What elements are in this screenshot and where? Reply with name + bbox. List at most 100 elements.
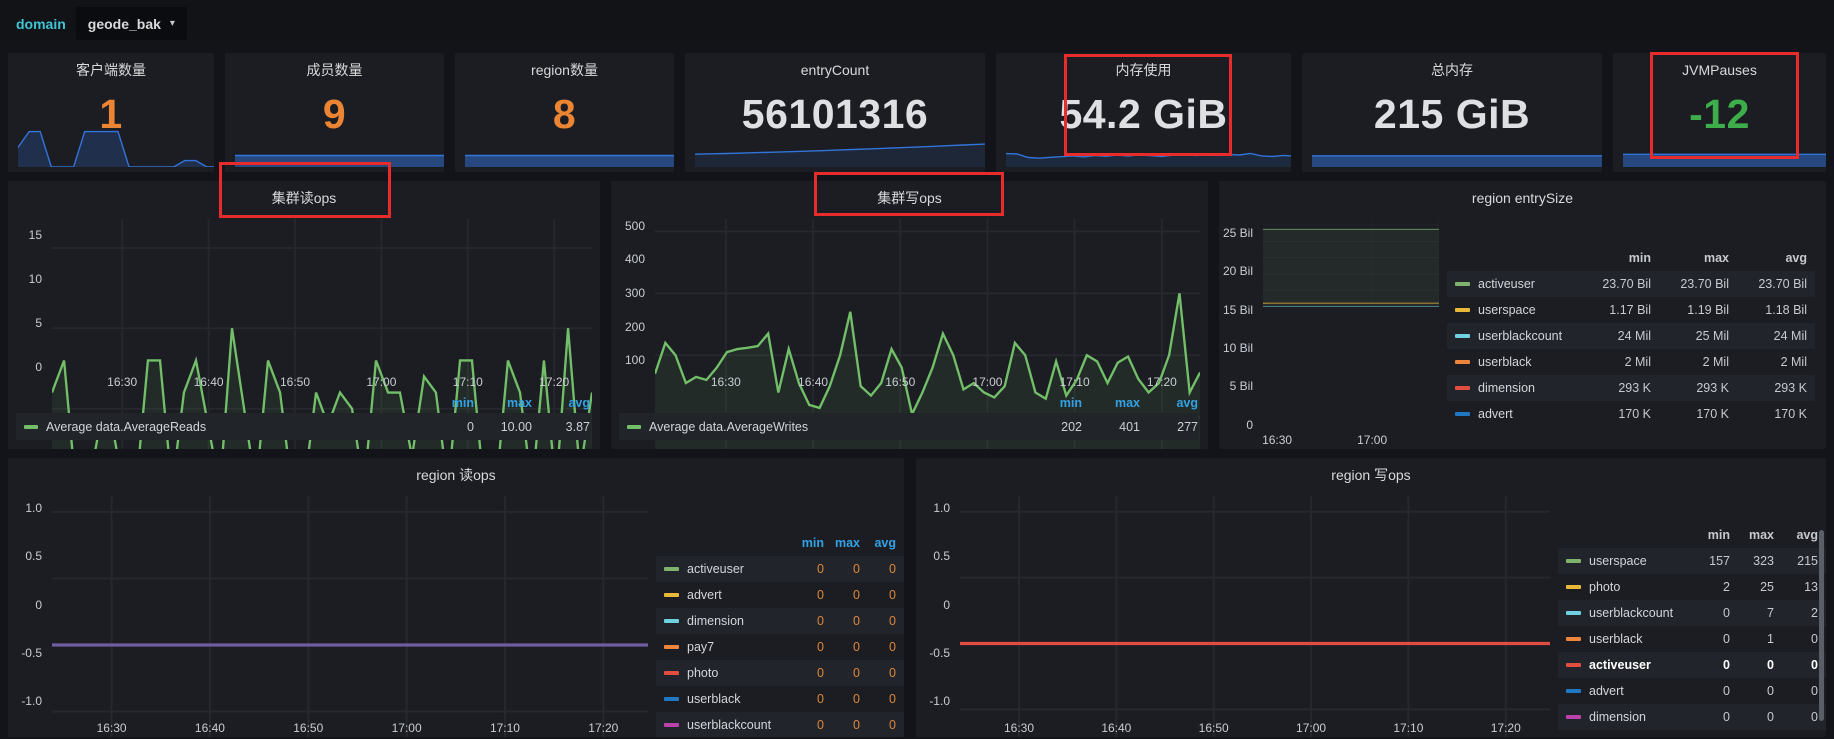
series-swatch — [627, 425, 641, 429]
panel-region-entry-size: region entrySize 05 Bil10 Bil15 Bil20 Bi… — [1219, 181, 1826, 449]
panel-title[interactable]: JVMPauses — [1613, 57, 1826, 83]
variable-dropdown[interactable]: geode_bak ▾ — [76, 7, 187, 40]
series-swatch — [664, 567, 679, 571]
legend-max: 0 — [1730, 658, 1774, 672]
x-tick-label: 16:30 — [1004, 721, 1034, 735]
legend-max: 25 — [1730, 580, 1774, 594]
legend-min: 0 — [1686, 606, 1730, 620]
legend-header: minmaxavg — [656, 530, 904, 556]
panel-title[interactable]: 总内存 — [1302, 57, 1602, 83]
sparkline — [465, 129, 674, 167]
legend-header: min max avg — [619, 393, 1198, 413]
legend-row[interactable]: dimension293 K293 K293 K — [1447, 375, 1815, 401]
legend-row[interactable]: userblack000 — [656, 686, 904, 712]
legend-max: 293 K — [1651, 381, 1729, 395]
template-variable: domain geode_bak ▾ — [12, 7, 187, 40]
panel-title[interactable]: 集群写ops — [611, 185, 1208, 211]
series-name: Average data.AverageReads — [46, 420, 206, 434]
panel-title[interactable]: region数量 — [455, 57, 674, 83]
legend-row[interactable]: userblack2 Mil2 Mil2 Mil — [1447, 349, 1815, 375]
legend-row[interactable]: userspace157323215 — [1558, 548, 1826, 574]
y-tick-label: 0 — [943, 598, 950, 612]
y-tick-label: -1.0 — [929, 694, 950, 708]
x-axis: 16:3017:00 — [1263, 429, 1439, 449]
x-tick-label: 17:20 — [1491, 721, 1521, 735]
panel-jvm-pauses: JVMPauses -12 — [1613, 53, 1826, 172]
series-swatch — [1455, 308, 1470, 312]
legend-min: 0 — [788, 614, 824, 628]
legend-min: 0 — [788, 718, 824, 732]
legend-row[interactable]: pay7000 — [656, 634, 904, 660]
panel-title[interactable]: 集群读ops — [8, 185, 600, 211]
panel-title[interactable]: 成员数量 — [225, 57, 444, 83]
legend-row[interactable]: dimension000 — [1558, 704, 1826, 730]
y-tick-label: -1.0 — [21, 694, 42, 708]
legend-min: 0 — [1686, 736, 1730, 737]
legend-row[interactable]: userblack010 — [1558, 626, 1826, 652]
legend-max: 0 — [1730, 710, 1774, 724]
y-tick-label: 100 — [625, 353, 645, 367]
legend-row[interactable]: userblackcount072 — [1558, 600, 1826, 626]
x-axis: 16:3016:4016:5017:0017:1017:20 — [52, 717, 648, 737]
legend-row[interactable]: userblackcount000 — [656, 712, 904, 737]
legend-row[interactable]: pay7000 — [1558, 730, 1826, 737]
legend-row[interactable]: activeuser000 — [656, 556, 904, 582]
panel-title[interactable]: 内存使用 — [996, 57, 1291, 83]
sparkline — [1006, 125, 1291, 167]
legend-avg: 0 — [860, 692, 896, 706]
x-axis: 16:3016:4016:5017:0017:1017:20 — [52, 371, 592, 391]
y-axis: 051015 — [8, 219, 46, 367]
panel-title[interactable]: region 写ops — [916, 462, 1826, 488]
legend-avg: 0 — [860, 614, 896, 628]
legend-avg: 0 — [1774, 658, 1818, 672]
panel-title[interactable]: region entrySize — [1219, 185, 1826, 211]
time-series-plot[interactable] — [960, 496, 1550, 737]
series-swatch — [664, 619, 679, 623]
legend-max: 0 — [824, 562, 860, 576]
legend-min: 157 — [1686, 554, 1730, 568]
x-tick-label: 17:00 — [1296, 721, 1326, 735]
x-tick-label: 17:00 — [1357, 433, 1387, 447]
legend-row[interactable]: advert000 — [656, 582, 904, 608]
legend-max: 0 — [824, 614, 860, 628]
panel-title[interactable]: entryCount — [685, 57, 985, 83]
legend-avg: 0 — [1774, 684, 1818, 698]
time-series-plot[interactable] — [1263, 219, 1439, 307]
legend-avg: 215 — [1774, 554, 1818, 568]
legend-row[interactable]: userspace1.17 Bil1.19 Bil1.18 Bil — [1447, 297, 1815, 323]
series-name: Average data.AverageWrites — [649, 420, 808, 434]
panel-title[interactable]: region 读ops — [8, 462, 904, 488]
x-axis: 16:3016:4016:5017:0017:1017:20 — [960, 717, 1550, 737]
panel-cluster-write-ops: 集群写ops 100200300400500 16:3016:4016:5017… — [611, 181, 1208, 449]
legend-scrollbar[interactable] — [1819, 530, 1824, 721]
y-axis: 05 Bil10 Bil15 Bil20 Bil25 Bil — [1219, 219, 1257, 425]
x-tick-label: 17:00 — [972, 375, 1002, 389]
legend-header: minmaxavg — [1558, 522, 1826, 548]
time-series-plot[interactable] — [52, 496, 648, 737]
panel-region-read-ops: region 读ops -1.0-0.500.51.0 16:3016:4016… — [8, 458, 904, 737]
x-tick-label: 17:00 — [366, 375, 396, 389]
legend-row[interactable]: activeuser23.70 Bil23.70 Bil23.70 Bil — [1447, 271, 1815, 297]
legend-row[interactable]: dimension000 — [656, 608, 904, 634]
x-tick-label: 16:40 — [194, 375, 224, 389]
legend-row[interactable]: userblackcount24 Mil25 Mil24 Mil — [1447, 323, 1815, 349]
series-swatch — [664, 593, 679, 597]
legend-min: 0 — [788, 562, 824, 576]
legend-max: 323 — [1730, 554, 1774, 568]
legend-row[interactable]: Average data.AverageReads 0 10.00 3.87 — [16, 413, 590, 440]
legend-row[interactable]: advert170 K170 K170 K — [1447, 401, 1815, 427]
series-swatch — [1566, 663, 1581, 667]
legend-row[interactable]: photo000 — [656, 660, 904, 686]
legend-row[interactable]: photo22513 — [1558, 574, 1826, 600]
y-tick-label: 25 Bil — [1223, 226, 1253, 240]
legend-max: 10.00 — [474, 420, 532, 434]
legend-avg: 1.18 Bil — [1729, 303, 1807, 317]
legend-row[interactable]: Average data.AverageWrites 202 401 277 — [619, 413, 1198, 440]
panel-title[interactable]: 客户端数量 — [8, 57, 214, 83]
y-tick-label: 15 Bil — [1223, 303, 1253, 317]
legend-avg: 2 Mil — [1729, 355, 1807, 369]
legend-row[interactable]: advert000 — [1558, 678, 1826, 704]
legend-row[interactable]: activeuser000 — [1558, 652, 1826, 678]
series-swatch — [1566, 715, 1581, 719]
series-swatch — [1566, 611, 1581, 615]
